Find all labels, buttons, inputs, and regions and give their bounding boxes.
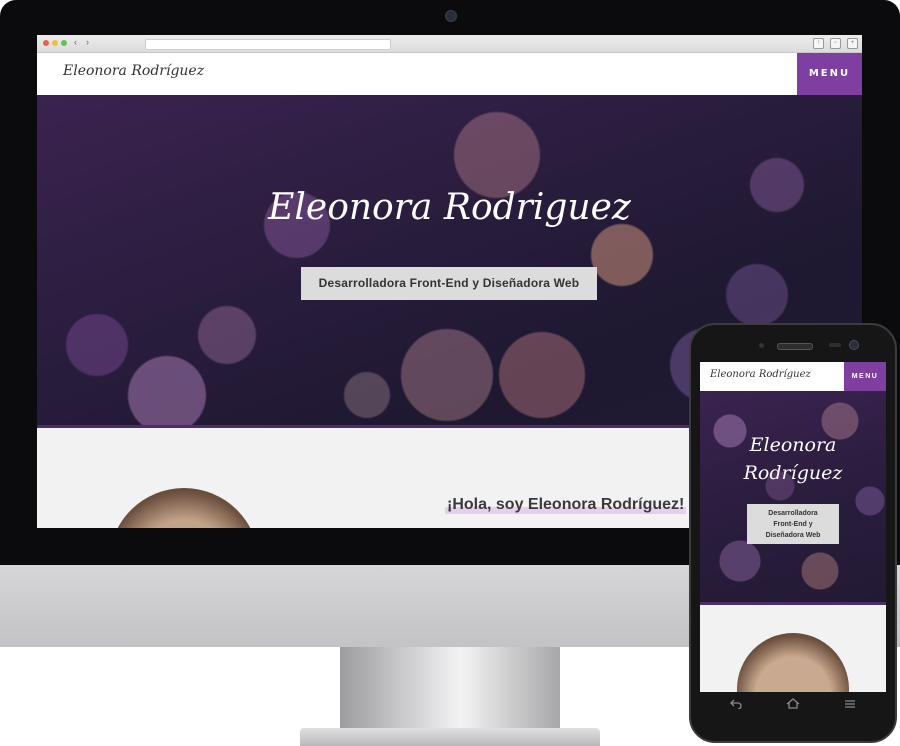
site-logo[interactable]: Eleonora Rodríguez xyxy=(63,63,204,79)
hero-tagline: Desarrolladora Front-End y Diseñadora We… xyxy=(301,267,597,300)
about-heading: ¡Hola, soy Eleonora Rodríguez! xyxy=(445,496,687,514)
phone-indicator xyxy=(829,343,841,347)
imac-stand xyxy=(340,647,560,732)
forward-arrow-icon[interactable]: › xyxy=(86,37,89,47)
mobile-hero-title: Eleonora Rodríguez xyxy=(743,434,843,484)
share-icon[interactable]: ↑ xyxy=(813,38,824,49)
minimize-dot-icon[interactable] xyxy=(52,40,58,46)
mobile-hero-tagline: Desarrolladora Front-End y Diseñadora We… xyxy=(747,504,839,544)
mobile-screen: Eleonora Rodríguez MENU Eleonora Rodrígu… xyxy=(700,362,886,692)
tabs-icon[interactable]: ▫ xyxy=(830,38,841,49)
new-tab-icon[interactable]: + xyxy=(847,38,858,49)
browser-chrome: ‹ › ↑ ▫ + xyxy=(37,35,862,53)
android-nav-bar xyxy=(700,692,886,720)
mobile-menu-button[interactable]: MENU xyxy=(844,362,886,391)
recents-icon[interactable] xyxy=(842,698,858,712)
imac-base xyxy=(300,728,600,746)
profile-photo xyxy=(109,488,259,528)
back-arrow-icon[interactable]: ‹ xyxy=(74,37,77,47)
hero-title: Eleonora Rodriguez xyxy=(268,187,631,228)
menu-button[interactable]: MENU xyxy=(797,53,862,95)
imac-camera xyxy=(445,10,457,22)
phone-speaker xyxy=(777,343,813,350)
close-dot-icon[interactable] xyxy=(43,40,49,46)
address-bar[interactable] xyxy=(145,39,391,50)
mobile-profile-photo xyxy=(737,633,849,692)
home-icon[interactable] xyxy=(785,698,801,712)
site-header: Eleonora Rodríguez MENU xyxy=(37,53,862,95)
mobile-site-header: Eleonora Rodríguez MENU xyxy=(700,362,886,391)
mobile-about-section xyxy=(700,605,886,692)
mobile-site-logo[interactable]: Eleonora Rodríguez xyxy=(710,369,811,380)
phone-sensor xyxy=(759,343,764,348)
phone-camera xyxy=(849,340,859,350)
phone-frame: Eleonora Rodríguez MENU Eleonora Rodrígu… xyxy=(689,323,897,743)
back-icon[interactable] xyxy=(728,698,744,712)
maximize-dot-icon[interactable] xyxy=(61,40,67,46)
mobile-hero-section: Eleonora Rodríguez Desarrolladora Front-… xyxy=(700,391,886,605)
